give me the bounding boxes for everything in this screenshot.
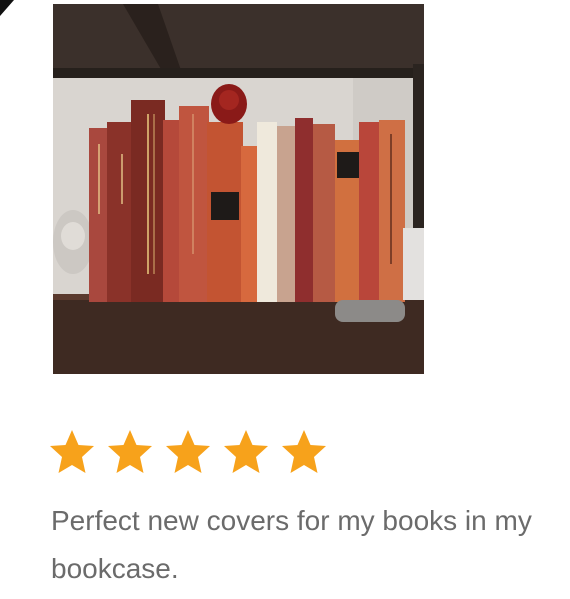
book-spine xyxy=(241,146,257,302)
star-rating xyxy=(48,428,328,476)
corner-shape xyxy=(0,0,14,16)
book-spine xyxy=(163,120,181,302)
bookshelf-photo xyxy=(53,4,424,374)
review-photo[interactable] xyxy=(53,4,424,374)
star-icon xyxy=(224,430,268,473)
star-icon xyxy=(108,430,152,473)
book-spine xyxy=(313,124,335,302)
book-spine xyxy=(277,126,295,302)
star-icon xyxy=(50,430,94,473)
book-label xyxy=(337,152,359,178)
review-text: Perfect new covers for my books in my bo… xyxy=(51,505,532,584)
book-spine xyxy=(295,118,313,302)
review-card: Perfect new covers for my books in my bo… xyxy=(0,0,570,599)
book-spine xyxy=(179,106,209,302)
star-icon xyxy=(282,430,326,473)
star-icon xyxy=(166,430,210,473)
book-spine xyxy=(359,122,379,302)
book-spine xyxy=(257,122,277,302)
book-label xyxy=(211,192,239,220)
